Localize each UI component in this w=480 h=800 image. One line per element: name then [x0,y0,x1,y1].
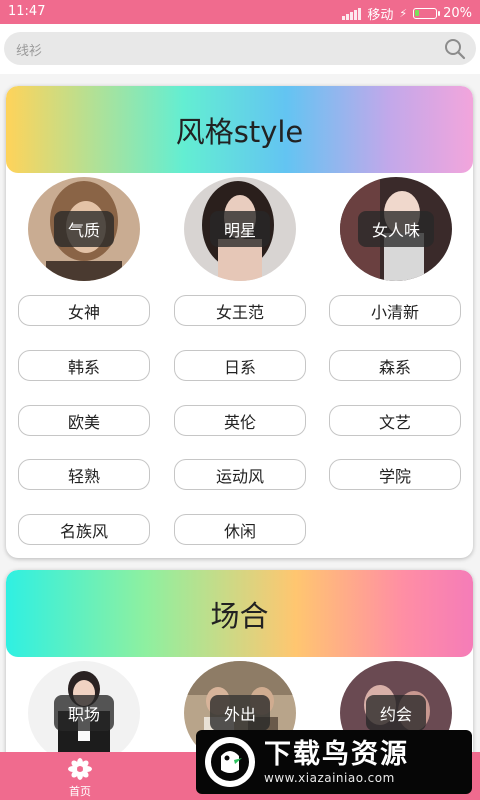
status-bar: 11:47 移动 ⚡ 20% [0,0,480,24]
status-time: 11:47 [8,4,46,19]
nav-home-tab[interactable]: 首页 [48,756,112,798]
avatar-label: 职场 [53,695,115,731]
tag-button[interactable]: 学院 [329,459,461,490]
avatar-label: 外出 [209,695,271,731]
watermark-url: www.xiazainiao.com [264,771,395,785]
avatar-label: 女人味 [357,211,435,247]
flower-icon [68,758,92,780]
search-input[interactable]: 线衫 [4,32,476,65]
carrier-label: 移动 [367,8,394,23]
signal-icon [342,7,362,20]
avatar-label: 气质 [53,211,115,247]
battery-percent: 20% [443,6,472,21]
tag-button[interactable]: 小清新 [329,295,461,326]
style-avatar-qizhi[interactable]: 气质 [28,177,140,281]
top-bar: 线衫 [0,24,480,74]
style-section: 风格style 气质 明星 女人味 女神 女王范 小清新 韩系 日系 森系 欧美… [6,86,473,558]
tag-button[interactable]: 名族风 [18,514,150,545]
avatar-label: 约会 [365,695,427,731]
charging-icon: ⚡ [399,7,408,20]
tag-button[interactable]: 森系 [329,350,461,381]
tag-button[interactable]: 欧美 [18,405,150,436]
tag-button[interactable]: 女王范 [174,295,306,326]
battery-icon [413,8,441,19]
tag-button[interactable]: 运动风 [174,459,306,490]
watermark-title: 下载鸟资源 [264,739,409,770]
tag-button[interactable]: 文艺 [329,405,461,436]
search-icon[interactable] [444,38,466,60]
occasion-section-title: 场合 [6,570,473,657]
style-section-title: 风格style [6,86,473,173]
style-avatar-mingxing[interactable]: 明星 [184,177,296,281]
tag-button[interactable]: 休闲 [174,514,306,545]
style-avatar-nvrenwei[interactable]: 女人味 [340,177,452,281]
watermark: 下载鸟资源 www.xiazainiao.com [196,730,472,794]
avatar-label: 明星 [209,211,271,247]
tag-button[interactable]: 韩系 [18,350,150,381]
bird-logo-icon [205,737,255,787]
status-icons: 移动 ⚡ 20% [342,4,472,23]
occasion-avatar-zhichang[interactable]: 职场 [28,661,140,765]
search-placeholder: 线衫 [16,44,43,59]
tag-button[interactable]: 女神 [18,295,150,326]
style-avatar-row: 气质 明星 女人味 [6,177,473,281]
tag-button[interactable]: 日系 [174,350,306,381]
tag-button[interactable]: 英伦 [174,405,306,436]
nav-home-label: 首页 [69,785,91,798]
tag-button[interactable]: 轻熟 [18,459,150,490]
